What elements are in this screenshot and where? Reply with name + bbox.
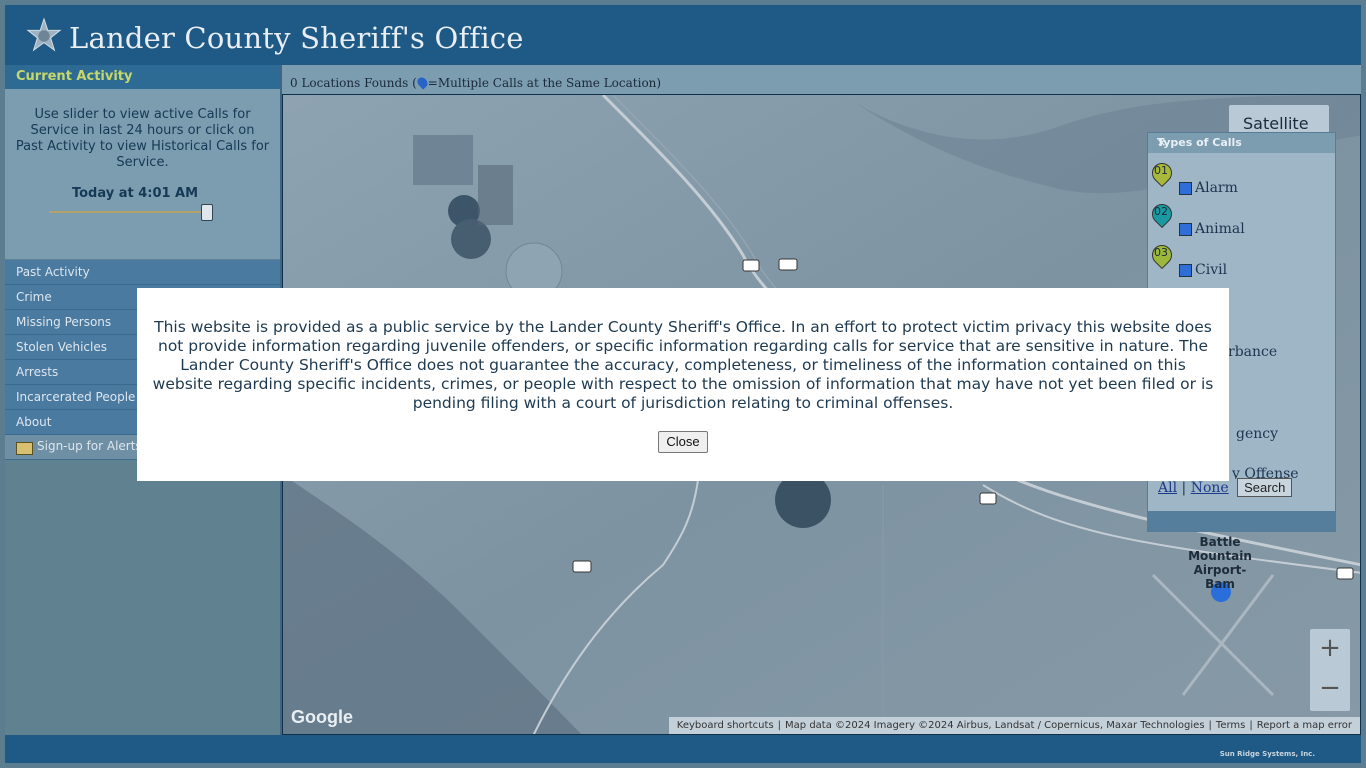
sun-ridge-logo[interactable]: Sun Ridge Systems, Inc. [1220,750,1315,758]
search-button[interactable]: Search [1237,478,1293,497]
menu-label: Crime [16,290,52,304]
map-data-text: Map data ©2024 Imagery ©2024 Airbus, Lan… [785,720,1205,731]
disclaimer-text: This website is provided as a public ser… [152,318,1214,412]
menu-label: Stolen Vehicles [16,340,107,354]
menu-label: About [16,415,52,429]
types-of-calls-header: Types of Calls × [1148,133,1335,153]
menu-label: Sign-up for Alerts [37,439,142,453]
locations-count: 0 Locations Founds ( [290,76,417,90]
multiple-calls-legend: =Multiple Calls at the Same Location) [427,76,662,90]
call-type-civil: 03 Civil [1147,240,1332,281]
menu-label: Missing Persons [16,315,112,329]
road-shield-80c [1336,567,1354,580]
call-label-disturbance: rbance [1228,344,1278,360]
place-label: Airport-Bam [1193,563,1247,591]
separator: | [1181,480,1187,496]
menu-label: Past Activity [16,265,90,279]
alarm-checkbox[interactable] [1179,182,1192,195]
report-error-link[interactable]: Report a map error [1257,720,1352,731]
call-number: 01 [1154,164,1168,177]
call-type-animal: 02 Animal [1147,199,1332,240]
road-shield-304 [778,258,798,271]
slider-time-label: Today at 4:01 AM [71,186,199,201]
site-footer: Sun Ridge Systems, Inc. [5,735,1361,763]
current-activity-title: Current Activity [16,69,133,84]
types-of-calls-footer-bar [1148,511,1335,531]
road-shield-80b [979,492,997,505]
keyboard-shortcuts-link[interactable]: Keyboard shortcuts [677,720,774,731]
time-slider-handle[interactable] [201,204,213,221]
zoom-in-button[interactable]: + [1310,633,1350,663]
menu-label: Arrests [16,365,59,379]
call-type-alarm: 01 Alarm [1147,158,1332,199]
time-slider-track[interactable] [49,211,209,213]
select-none-link[interactable]: None [1191,480,1229,496]
satellite-label: Satellite [1243,114,1309,133]
terms-link[interactable]: Terms [1216,720,1245,731]
sidebar-item-past-activity[interactable]: Past Activity [5,260,280,285]
close-icon[interactable]: × [1157,136,1330,149]
road-shield-80 [742,259,760,272]
call-number: 03 [1154,246,1168,259]
google-logo: Google [291,707,353,727]
slider-instructions: Use slider to view active Calls for Serv… [15,107,270,170]
select-all-link[interactable]: All [1158,480,1177,496]
call-number: 02 [1154,205,1168,218]
site-header: Lander County Sheriff's Office [5,5,1361,65]
call-label: Alarm [1195,180,1238,196]
airport-label: Battle Mountain Airport-Bam [1180,535,1260,591]
current-activity-panel: Use slider to view active Calls for Serv… [5,89,280,259]
close-button[interactable]: Close [658,431,708,453]
locations-found-text: 0 Locations Founds ( =Multiple Calls at t… [290,75,662,90]
animal-checkbox[interactable] [1179,223,1192,236]
menu-label: Incarcerated People [16,390,136,404]
envelope-icon [16,442,33,455]
zoom-out-button[interactable]: − [1310,673,1350,703]
civil-checkbox[interactable] [1179,264,1192,277]
call-label-emergency: gency [1236,426,1279,442]
road-shield-305 [572,560,592,573]
sheriff-star-icon [26,17,62,52]
disclaimer-modal: This website is provided as a public ser… [137,288,1229,481]
current-activity-header: Current Activity [5,65,280,89]
site-title: Lander County Sheriff's Office [69,21,524,55]
map-status-bar: 0 Locations Founds ( =Multiple Calls at t… [282,65,1361,94]
map-attribution: Keyboard shortcuts | Map data ©2024 Imager… [668,717,1360,734]
call-label: Civil [1195,262,1228,278]
place-label: Battle [1199,535,1241,549]
place-label: Mountain [1188,549,1252,563]
call-label: Animal [1195,221,1245,237]
zoom-controls: + − [1310,629,1350,711]
